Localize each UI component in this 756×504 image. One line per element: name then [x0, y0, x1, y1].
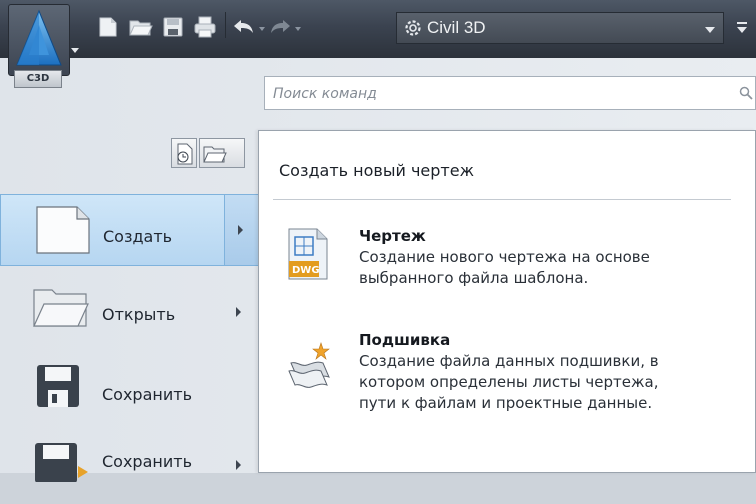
workspace-label: Civil 3D [427, 18, 486, 37]
chevron-right-icon [236, 460, 241, 470]
entry-description: Создание нового чертежа на основе выбран… [359, 248, 650, 287]
app-badge: C3D [14, 70, 62, 88]
menu-item-save-as[interactable]: Сохранить [0, 432, 260, 504]
open-folder-icon [33, 289, 89, 327]
divider [273, 199, 731, 200]
menu-item-label: Создать [103, 227, 173, 246]
submenu-entry-drawing[interactable]: DWG Чертеж Создание нового чертежа на ос… [279, 227, 739, 297]
menu-item-save[interactable]: Сохранить [0, 352, 260, 424]
recent-documents-button[interactable] [171, 138, 197, 168]
print-icon[interactable] [193, 16, 217, 38]
civil3d-logo-icon [16, 9, 62, 66]
dwg-icon: DWG [288, 228, 328, 280]
undo-icon[interactable] [232, 16, 256, 38]
open-documents-button[interactable] [199, 138, 245, 168]
save-icon[interactable] [162, 16, 184, 38]
open-folder-small-icon [203, 146, 227, 163]
menu-item-create[interactable]: Создать [0, 194, 262, 266]
gear-icon [405, 20, 421, 36]
save-as-icon [35, 443, 88, 482]
submenu-title: Создать новый чертеж [279, 161, 474, 180]
open-icon[interactable] [129, 16, 153, 38]
svg-text:DWG: DWG [292, 265, 320, 276]
quick-access-toolbar: C3D Civil 3D [0, 0, 756, 88]
application-menu-button[interactable]: C3D [8, 4, 79, 88]
chevron-down-icon [705, 27, 715, 33]
workspace-selector[interactable]: Civil 3D [396, 12, 724, 44]
menu-item-label: Открыть [102, 305, 176, 324]
create-submenu-panel: Создать новый чертеж DWG Чертеж Создание… [258, 130, 756, 473]
chevron-down-icon [737, 27, 747, 33]
entry-title: Подшивка [359, 331, 451, 349]
new-document-icon [36, 206, 90, 254]
search-icon[interactable] [739, 86, 753, 100]
menu-item-label: Сохранить [102, 452, 192, 471]
save-disk-icon [37, 365, 79, 407]
entry-title: Чертеж [359, 227, 426, 245]
chevron-right-icon [238, 225, 243, 235]
submenu-entry-sheet-set[interactable]: Подшивка Создание файла данных подшивки,… [279, 331, 739, 427]
new-icon[interactable] [97, 16, 119, 38]
command-search-box[interactable] [264, 76, 756, 110]
menu-item-open[interactable]: Открыть [0, 270, 260, 342]
recent-documents-icon [177, 143, 193, 165]
menu-item-label: Сохранить [102, 385, 192, 404]
customize-toolbar-button[interactable] [733, 16, 751, 38]
customize-bar-icon [737, 22, 747, 24]
entry-description: Создание файла данных подшивки, в которо… [359, 352, 659, 412]
undo-dropdown-icon[interactable] [259, 27, 265, 31]
app-logo-frame [8, 4, 70, 76]
redo-dropdown-icon[interactable] [295, 27, 301, 31]
redo-icon[interactable] [268, 16, 292, 38]
submenu-split-button[interactable] [224, 195, 262, 265]
toolbar-divider [225, 12, 226, 38]
sheet-set-icon [288, 342, 330, 388]
chevron-down-icon [71, 48, 79, 53]
chevron-right-icon [236, 307, 241, 317]
search-input[interactable] [271, 83, 715, 105]
